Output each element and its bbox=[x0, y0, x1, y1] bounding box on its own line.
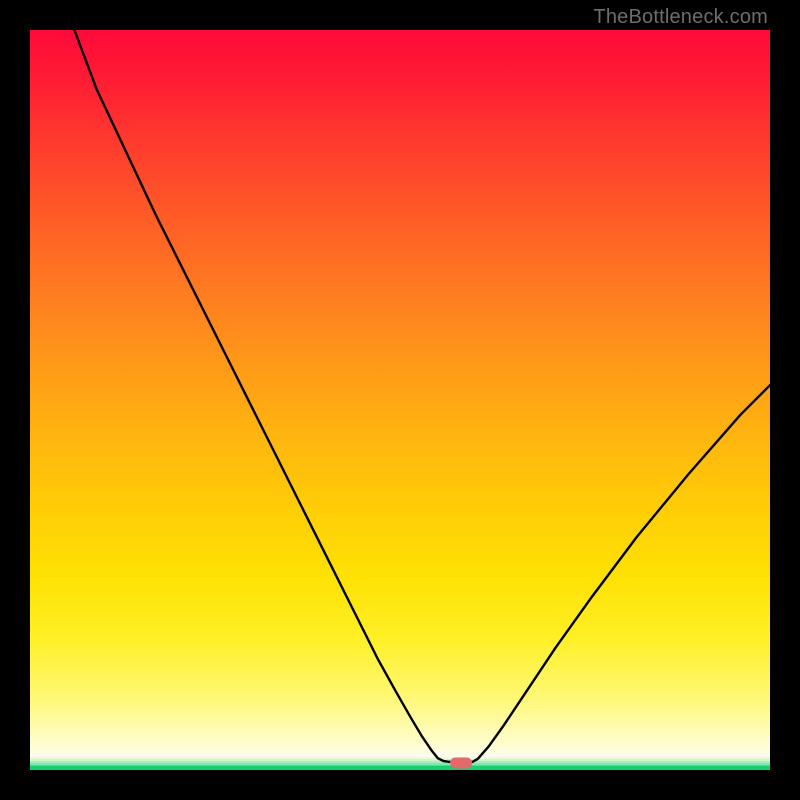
chart-frame: TheBottleneck.com bbox=[0, 0, 800, 800]
curve-layer bbox=[30, 30, 770, 770]
min-marker bbox=[450, 757, 472, 768]
bottleneck-curve bbox=[74, 30, 770, 762]
watermark-label: TheBottleneck.com bbox=[593, 6, 768, 29]
plot-area bbox=[30, 30, 770, 770]
